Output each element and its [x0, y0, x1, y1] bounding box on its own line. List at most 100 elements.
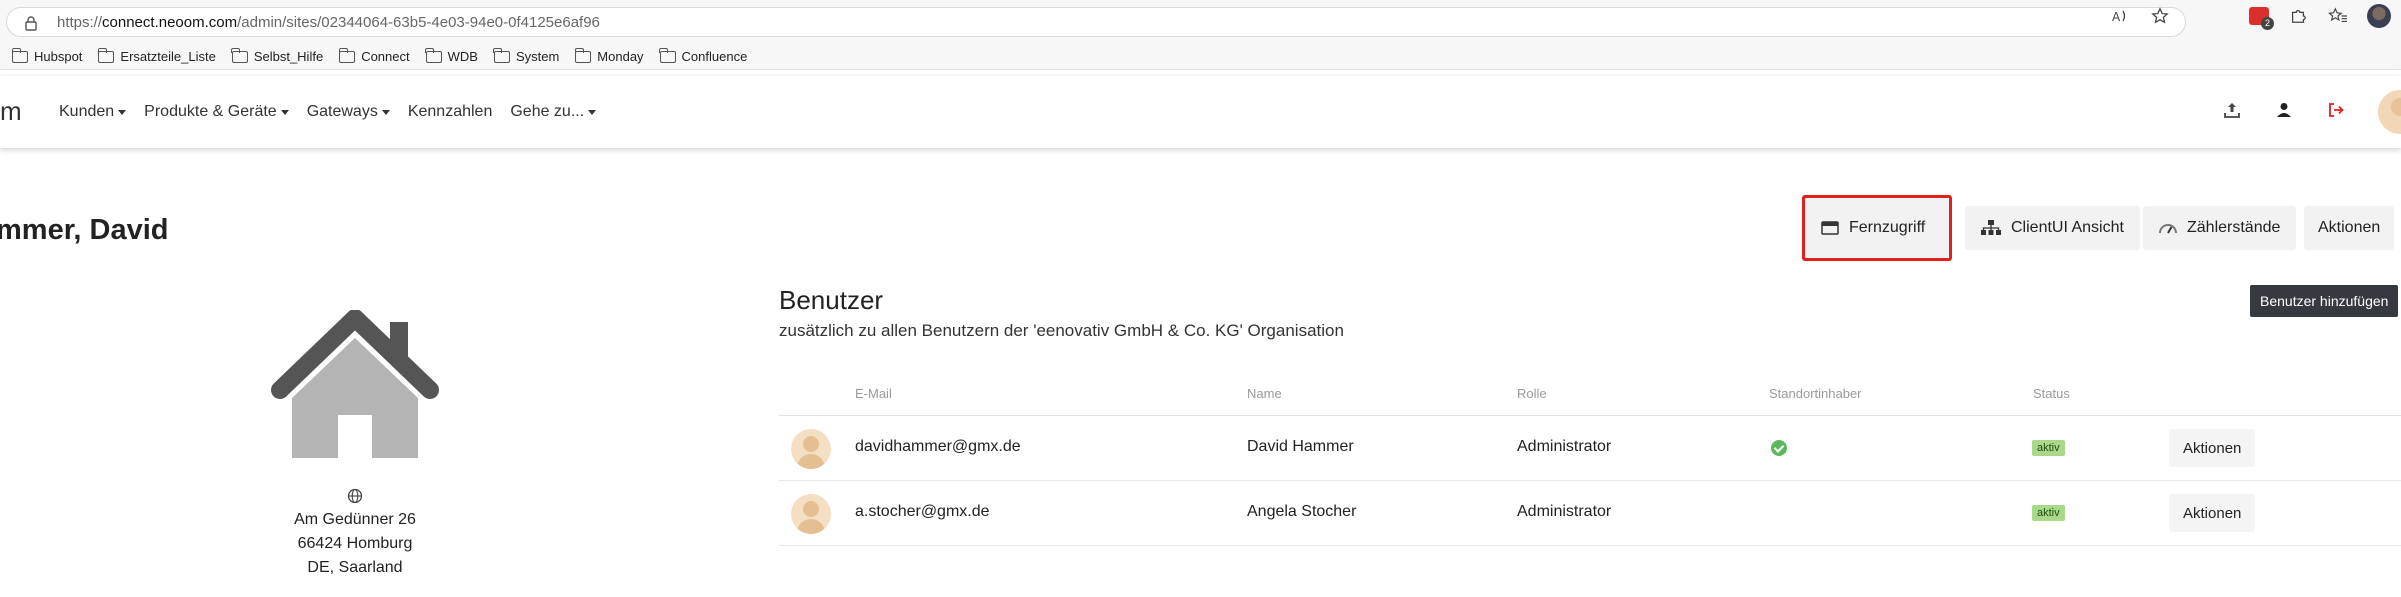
address-region: DE, Saarland	[307, 559, 403, 576]
table-row: davidhammer@gmx.de David Hammer Administ…	[779, 416, 2401, 481]
nav-gehe-zu[interactable]: Gehe zu...	[510, 103, 597, 121]
bookmark-label: Connect	[361, 49, 410, 64]
navbar-right-icons	[2220, 98, 2348, 122]
bookmark-label: Ersatzteile_Liste	[120, 49, 216, 64]
nav-produkte-geraete[interactable]: Produkte & Geräte	[144, 103, 289, 121]
bookmark-ersatzteile-liste[interactable]: Ersatzteile_Liste	[97, 47, 216, 64]
row-actions-button[interactable]: Aktionen	[2169, 494, 2256, 532]
bookmarks-bar: Hubspot Ersatzteile_Liste Selbst_Hilfe C…	[0, 44, 2401, 70]
url-path: /admin/sites/02344064-63b5-4e03-94e0-0f4…	[237, 14, 600, 31]
owner-check-icon	[1771, 440, 1787, 456]
bookmark-monday[interactable]: Monday	[574, 47, 644, 64]
caret-down-icon	[588, 109, 597, 115]
app-navbar: m Kunden Produkte & Geräte Gateways Kenn…	[0, 76, 2401, 148]
extension-badge: 2	[2261, 17, 2274, 30]
nav-label: Kennzahlen	[407, 103, 493, 120]
column-role: Rolle	[1517, 386, 1547, 401]
browser-toolbar-right: A 2	[2109, 4, 2391, 30]
browser-profile-avatar[interactable]	[2367, 4, 2391, 28]
user-name: Angela Stocher	[1247, 503, 1357, 520]
url-domain: connect.neoom.com	[102, 14, 238, 31]
user-email: a.stocher@gmx.de	[855, 503, 990, 520]
fernzugriff-label: Fernzugriff	[1849, 219, 1926, 236]
main-nav: Kunden Produkte & Geräte Gateways Kennza…	[59, 103, 597, 121]
bookmark-label: Selbst_Hilfe	[253, 49, 324, 64]
zaehlerstaende-button[interactable]: Zählerstände	[2143, 206, 2297, 250]
folder-icon	[493, 47, 510, 63]
column-email: E-Mail	[855, 386, 892, 401]
aktionen-label: Aktionen	[2318, 219, 2381, 236]
bookmark-wdb[interactable]: WDB	[425, 47, 478, 64]
caret-down-icon	[280, 109, 289, 115]
avatar	[791, 429, 831, 469]
column-status: Status	[2033, 386, 2070, 401]
bookmark-connect[interactable]: Connect	[338, 47, 410, 64]
extension-icon[interactable]: 2	[2249, 7, 2274, 30]
folder-icon	[425, 47, 442, 63]
favorite-star-icon[interactable]	[2149, 5, 2171, 27]
clientui-view-button[interactable]: ClientUI Ansicht	[1965, 206, 2140, 250]
folder-icon	[659, 47, 676, 63]
upload-icon[interactable]	[2220, 98, 2244, 122]
app-logo[interactable]: m	[0, 96, 22, 127]
bookmark-confluence[interactable]: Confluence	[659, 47, 747, 64]
folder-icon	[338, 47, 356, 63]
caret-down-icon	[118, 109, 127, 115]
sitemap-icon	[1981, 220, 2001, 235]
users-table: E-Mail Name Rolle Standortinhaber Status…	[779, 378, 2401, 546]
user-role: Administrator	[1517, 438, 1612, 455]
logout-icon[interactable]	[2324, 98, 2348, 122]
users-table-header: E-Mail Name Rolle Standortinhaber Status	[779, 378, 2401, 416]
lock-icon[interactable]	[23, 15, 39, 31]
nav-kunden[interactable]: Kunden	[59, 103, 127, 121]
url-field[interactable]: https://connect.neoom.com/admin/sites/02…	[6, 7, 2186, 37]
bookmark-system[interactable]: System	[493, 47, 560, 64]
site-address: Am Gedünner 26 66424 Homburg DE, Saarlan…	[200, 488, 510, 580]
user-avatar[interactable]	[2378, 90, 2401, 134]
svg-text:A: A	[2112, 10, 2121, 24]
read-aloud-icon[interactable]: A	[2109, 5, 2131, 27]
aktionen-button[interactable]: Aktionen	[2304, 206, 2395, 250]
nav-gateways[interactable]: Gateways	[307, 103, 390, 121]
folder-icon	[97, 47, 115, 63]
status-badge: aktiv	[2032, 505, 2065, 521]
user-email: davidhammer@gmx.de	[855, 438, 1021, 455]
bookmark-label: System	[515, 49, 560, 64]
nav-kennzahlen[interactable]: Kennzahlen	[408, 103, 493, 121]
page-title: mmer, David	[0, 214, 169, 246]
user-icon[interactable]	[2272, 98, 2296, 122]
globe-icon	[347, 488, 363, 504]
clientui-view-label: ClientUI Ansicht	[2011, 219, 2124, 236]
users-section-title: Benutzer	[779, 285, 884, 315]
house-icon	[271, 310, 439, 458]
nav-label: Gehe zu...	[510, 103, 585, 120]
table-row: a.stocher@gmx.de Angela Stocher Administ…	[779, 481, 2401, 546]
nav-label: Kunden	[59, 103, 115, 120]
user-role: Administrator	[1517, 503, 1612, 520]
url-text[interactable]: https://connect.neoom.com/admin/sites/02…	[57, 14, 600, 31]
column-owner: Standortinhaber	[1769, 386, 1862, 401]
bookmark-label: Monday	[597, 49, 644, 64]
extensions-puzzle-icon[interactable]	[2287, 5, 2309, 27]
url-prefix: https://	[57, 14, 103, 31]
gauge-icon	[2159, 224, 2177, 234]
address-street: Am Gedünner 26	[294, 511, 416, 528]
folder-icon	[574, 47, 592, 63]
bookmark-selbst-hilfe[interactable]: Selbst_Hilfe	[231, 47, 324, 64]
fernzugriff-button[interactable]: Fernzugriff	[1802, 195, 1952, 261]
nav-label: Gateways	[306, 103, 378, 120]
user-name: David Hammer	[1247, 438, 1354, 455]
bookmark-label: Hubspot	[34, 49, 83, 64]
avatar	[791, 494, 831, 534]
add-user-button[interactable]: Benutzer hinzufügen	[2250, 285, 2399, 317]
remote-terminal-icon	[1821, 221, 1839, 235]
folder-icon	[11, 47, 28, 63]
browser-address-bar: https://connect.neoom.com/admin/sites/02…	[0, 0, 2401, 44]
favorites-list-icon[interactable]	[2327, 5, 2349, 27]
bookmark-label: WDB	[447, 49, 478, 64]
row-actions-button[interactable]: Aktionen	[2169, 429, 2256, 467]
caret-down-icon	[381, 109, 390, 115]
bookmark-hubspot[interactable]: Hubspot	[11, 47, 83, 64]
status-badge: aktiv	[2032, 440, 2065, 456]
users-section-subtitle: zusätzlich zu allen Benutzern der 'eenov…	[779, 321, 1344, 340]
